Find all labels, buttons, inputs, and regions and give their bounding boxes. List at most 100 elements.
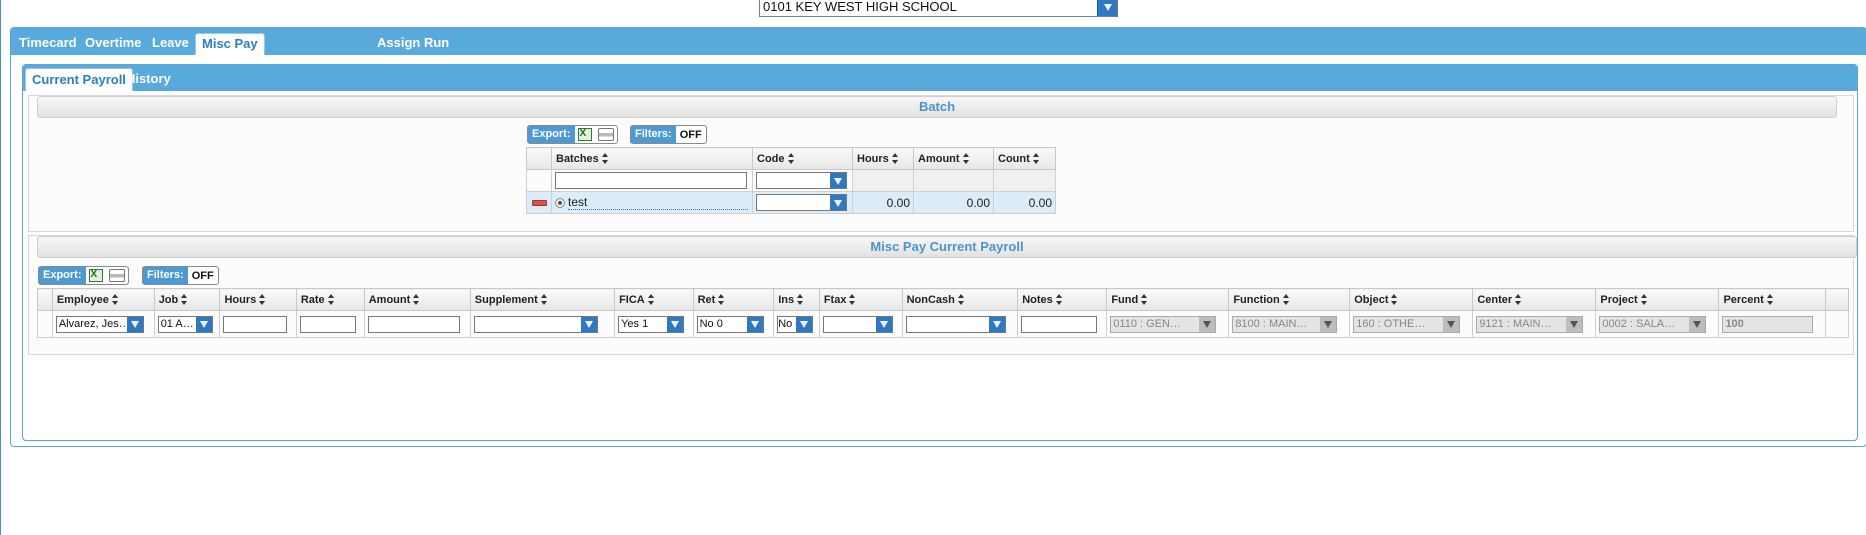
misc-pay-section: Misc Pay Current Payroll Export: Filters…	[28, 235, 1857, 355]
amount-input[interactable]	[367, 315, 460, 333]
sort-icon[interactable]	[957, 294, 965, 306]
sort-icon[interactable]	[1141, 294, 1148, 306]
col-percent[interactable]: Percent	[1718, 288, 1826, 311]
batch-count: 0.00	[993, 191, 1056, 214]
col-hours[interactable]: Hours	[219, 288, 297, 311]
sort-icon[interactable]	[647, 294, 655, 306]
row-select-radio[interactable]	[555, 197, 565, 208]
col-hours[interactable]: Hours	[852, 147, 914, 170]
col-fund[interactable]: Fund	[1106, 288, 1230, 311]
sort-icon[interactable]	[1515, 294, 1522, 306]
tab-history[interactable]: History	[120, 68, 177, 91]
sort-icon[interactable]	[413, 294, 420, 306]
sort-icon[interactable]	[891, 153, 899, 165]
misc-filters-state: OFF	[191, 269, 214, 282]
chevron-down-icon[interactable]	[667, 316, 684, 332]
job-select[interactable]: 01 A…	[157, 315, 213, 333]
print-icon[interactable]	[597, 128, 614, 141]
sort-icon[interactable]	[1282, 294, 1290, 306]
col-notes[interactable]: Notes	[1017, 288, 1108, 311]
noncash-select[interactable]	[905, 315, 1006, 333]
tab-overtime[interactable]: Overtime	[79, 33, 147, 55]
remove-row-icon[interactable]	[531, 200, 547, 207]
col-center[interactable]: Center	[1472, 288, 1597, 311]
sort-icon[interactable]	[797, 294, 804, 306]
school-select[interactable]: 0101 KEY WEST HIGH SCHOOL	[759, 0, 1118, 17]
tab-assign-run[interactable]: Assign Run	[371, 33, 455, 55]
sort-icon[interactable]	[601, 153, 609, 165]
excel-export-icon[interactable]	[88, 269, 103, 282]
batch-name[interactable]: test	[568, 195, 748, 210]
chevron-down-icon[interactable]	[830, 173, 846, 188]
tab-leave[interactable]: Leave	[146, 33, 195, 55]
rate-input[interactable]	[299, 315, 356, 333]
misc-header-row: Employee Job Hours Rate Amount Supplemen…	[37, 288, 1850, 311]
chevron-down-icon[interactable]	[746, 316, 763, 332]
misc-new-row: Alvarez, Jes… 01 A… Yes 1 No 0 No 0 0110…	[37, 310, 1850, 338]
new-batch-input[interactable]	[555, 172, 747, 189]
batch-code-select[interactable]	[756, 194, 847, 211]
sort-icon[interactable]	[718, 294, 725, 306]
sort-icon[interactable]	[259, 294, 266, 306]
tab-current-payroll[interactable]: Current Payroll	[25, 68, 133, 91]
batch-section-title: Batch	[37, 96, 1837, 118]
sort-icon[interactable]	[540, 294, 548, 306]
chevron-down-icon[interactable]	[875, 316, 892, 332]
col-rate[interactable]: Rate	[295, 288, 365, 311]
sort-icon[interactable]	[1055, 294, 1063, 306]
col-job[interactable]: Job	[153, 288, 221, 311]
chevron-down-icon[interactable]	[988, 316, 1005, 332]
col-ret[interactable]: Ret	[692, 288, 775, 311]
col-count[interactable]: Count	[993, 147, 1056, 170]
tab-timecard[interactable]: Timecard	[13, 33, 83, 55]
col-ins[interactable]: Ins	[773, 288, 820, 311]
sort-icon[interactable]	[1766, 294, 1774, 306]
ret-select[interactable]: No 0	[696, 315, 764, 333]
col-noncash[interactable]: NonCash	[901, 288, 1019, 311]
col-object[interactable]: Object	[1349, 288, 1474, 311]
batch-export-label: Export:	[528, 126, 575, 143]
col-supplement[interactable]: Supplement	[469, 288, 616, 311]
col-fica[interactable]: FICA	[614, 288, 694, 311]
notes-input[interactable]	[1021, 315, 1098, 333]
ins-select[interactable]: No 0	[777, 315, 814, 333]
sort-icon[interactable]	[181, 294, 188, 306]
print-icon[interactable]	[108, 269, 125, 282]
col-code[interactable]: Code	[752, 147, 853, 170]
supplement-select[interactable]	[473, 315, 598, 333]
chevron-down-icon[interactable]	[830, 195, 846, 210]
sort-icon[interactable]	[1640, 294, 1648, 306]
col-project[interactable]: Project	[1595, 288, 1720, 311]
chevron-down-icon[interactable]	[580, 316, 597, 332]
chevron-down-icon[interactable]	[1097, 0, 1117, 16]
col-amount[interactable]: Amount	[363, 288, 471, 311]
chevron-down-icon[interactable]	[126, 316, 143, 332]
ftax-select[interactable]	[822, 315, 893, 333]
col-function[interactable]: Function	[1228, 288, 1351, 311]
employee-select[interactable]: Alvarez, Jes…	[55, 315, 144, 333]
col-employee[interactable]: Employee	[51, 288, 155, 311]
sort-icon[interactable]	[111, 294, 119, 306]
sort-icon[interactable]	[327, 294, 335, 306]
sort-icon[interactable]	[787, 153, 795, 165]
col-ftax[interactable]: Ftax	[818, 288, 903, 311]
tab-misc-pay[interactable]: Misc Pay	[195, 33, 265, 55]
excel-export-icon[interactable]	[577, 128, 592, 141]
misc-export-label: Export:	[39, 267, 86, 284]
sort-icon[interactable]	[1032, 153, 1040, 165]
table-row[interactable]: test 0.00 0.00 0.00	[526, 191, 1056, 214]
batch-filters-toggle[interactable]: Filters: OFF	[630, 125, 707, 144]
sort-icon[interactable]	[1391, 294, 1398, 306]
misc-filters-toggle[interactable]: Filters: OFF	[142, 266, 219, 285]
hours-input[interactable]	[223, 315, 288, 333]
sort-icon[interactable]	[849, 294, 856, 306]
col-hours-label: Hours	[857, 152, 889, 165]
new-batch-code-select[interactable]	[756, 172, 847, 189]
chevron-down-icon[interactable]	[796, 316, 813, 332]
fica-select[interactable]: Yes 1	[618, 315, 685, 333]
col-amount[interactable]: Amount	[913, 147, 994, 170]
sort-icon[interactable]	[962, 153, 970, 165]
chevron-down-icon[interactable]	[195, 316, 212, 332]
chevron-down-icon	[1689, 316, 1706, 332]
col-batches[interactable]: Batches	[551, 147, 753, 170]
